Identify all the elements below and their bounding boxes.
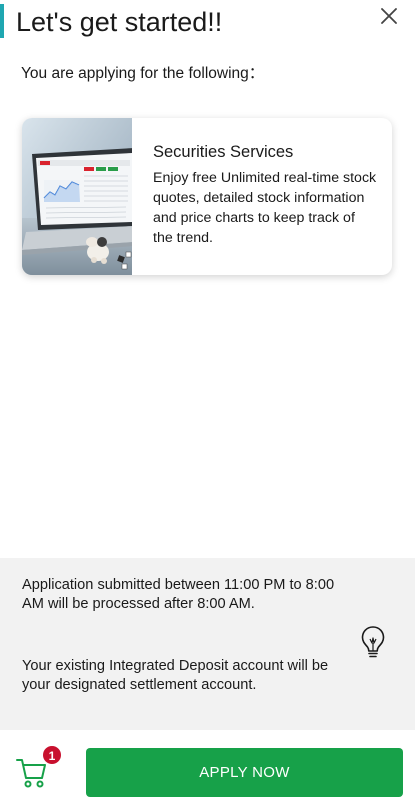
footer-bar: 1 APPLY NOW (0, 730, 415, 812)
processing-time-note: Application submitted between 11:00 PM t… (22, 577, 335, 612)
header-accent-bar (0, 4, 4, 38)
product-card-title: Securities Services (153, 143, 294, 161)
product-card-description: Enjoy free Unlimited real-time stock quo… (153, 170, 377, 246)
close-icon (381, 8, 397, 24)
header: Let's get started!! (0, 0, 415, 48)
settlement-account-note: Your existing Integrated Deposit account… (22, 658, 329, 693)
product-card-securities[interactable]: Securities Services Enjoy free Unlimited… (22, 118, 392, 275)
apply-now-button[interactable]: APPLY NOW (86, 748, 403, 797)
cart-count-badge: 1 (42, 745, 62, 765)
page-title: Let's get started!! (16, 7, 223, 37)
applying-subtitle: You are applying for the following： (21, 65, 265, 82)
info-panel: Application submitted between 11:00 PM t… (0, 558, 415, 730)
laptop-with-stock-charts-image (22, 118, 132, 275)
lightbulb-icon (361, 626, 385, 658)
close-button[interactable] (377, 4, 401, 28)
